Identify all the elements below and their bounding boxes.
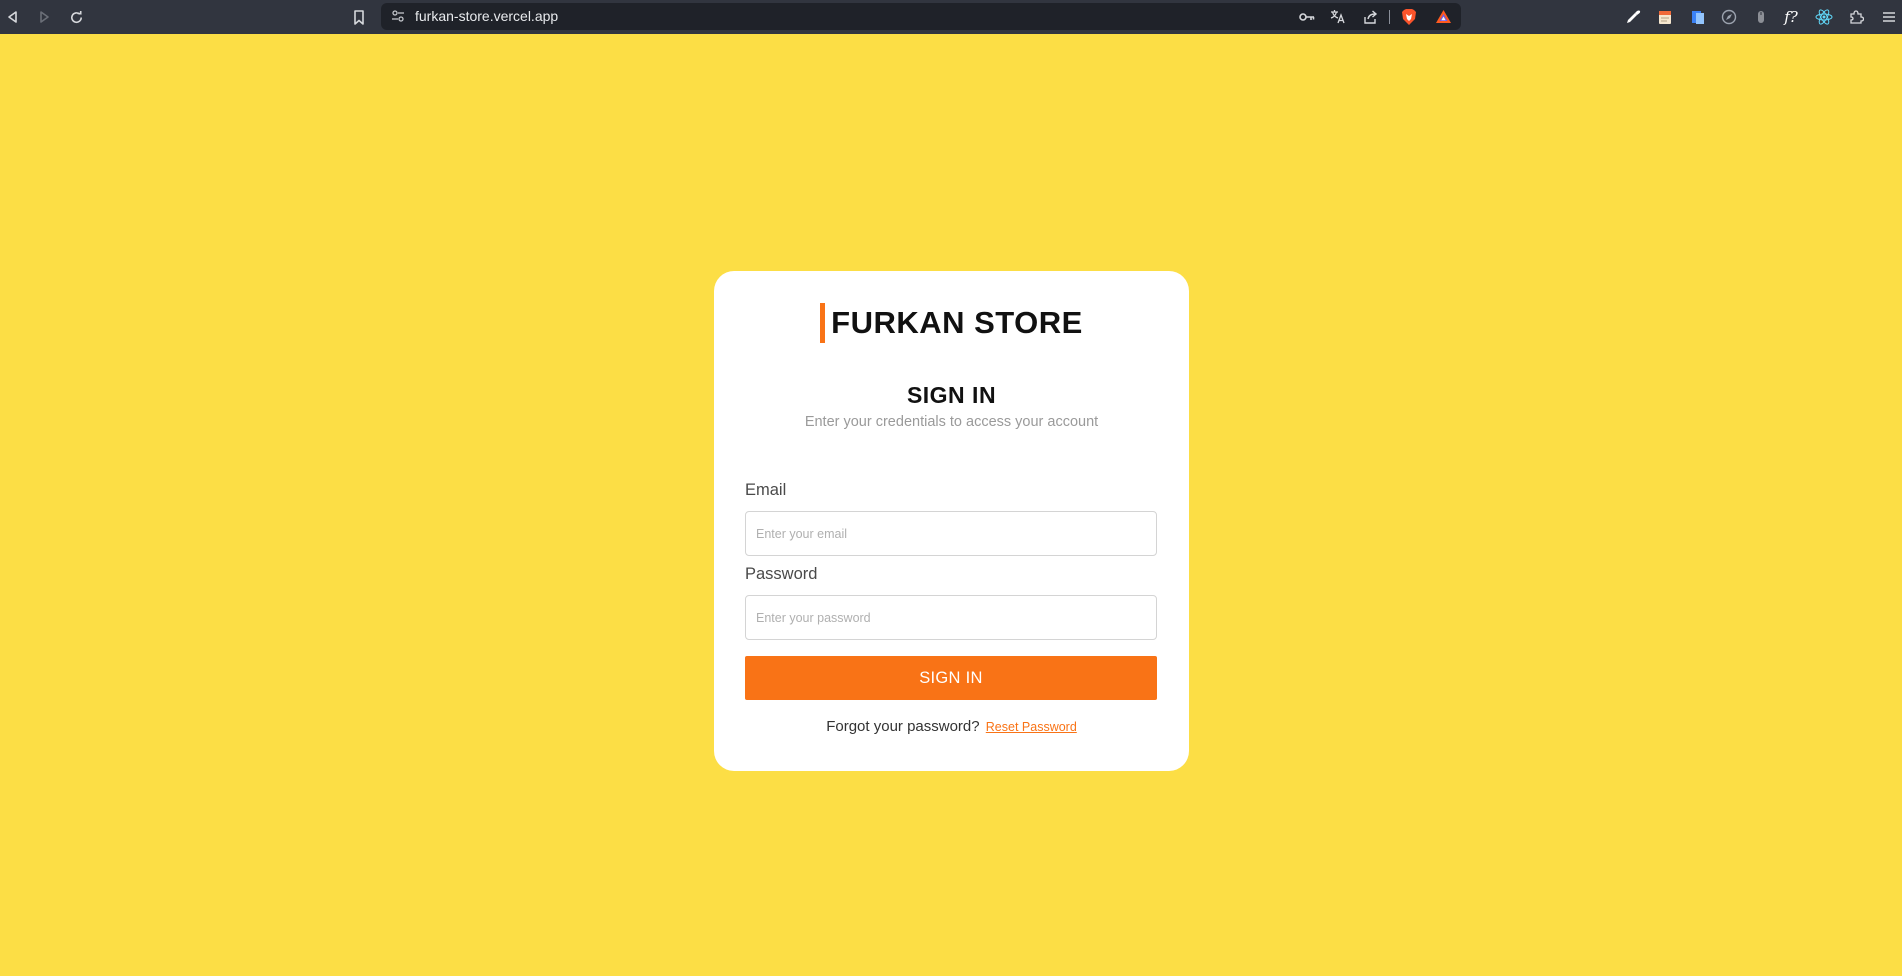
bookmark-button[interactable] bbox=[346, 0, 372, 34]
notes-icon[interactable] bbox=[1652, 4, 1678, 30]
email-label: Email bbox=[745, 481, 787, 499]
password-field[interactable] bbox=[745, 595, 1157, 640]
forward-icon bbox=[37, 10, 51, 24]
compass-icon[interactable] bbox=[1716, 4, 1742, 30]
forgot-password-row: Forgot your password? Reset Password bbox=[714, 718, 1189, 735]
email-field[interactable] bbox=[745, 511, 1157, 556]
share-icon[interactable] bbox=[1358, 3, 1382, 30]
signin-button[interactable]: SIGN IN bbox=[745, 656, 1157, 700]
menu-icon[interactable] bbox=[1876, 4, 1902, 30]
bookmark-icon bbox=[353, 9, 365, 25]
document-icon[interactable] bbox=[1685, 4, 1711, 30]
url-input[interactable] bbox=[415, 3, 1015, 30]
reload-icon bbox=[69, 10, 84, 25]
reset-password-link[interactable]: Reset Password bbox=[986, 720, 1077, 734]
translate-icon[interactable] bbox=[1326, 3, 1350, 30]
address-bar[interactable] bbox=[381, 3, 1461, 30]
page-subtitle: Enter your credentials to access your ac… bbox=[804, 414, 1099, 430]
font-extension-label: f? bbox=[1784, 8, 1798, 26]
brave-shields-icon[interactable] bbox=[1397, 3, 1421, 30]
back-button[interactable] bbox=[0, 0, 26, 34]
password-label: Password bbox=[745, 565, 818, 583]
brand-logo: FURKAN STORE bbox=[714, 303, 1189, 343]
site-settings-icon[interactable] bbox=[391, 9, 405, 28]
back-icon bbox=[6, 10, 20, 24]
brand-accent-bar bbox=[820, 303, 826, 343]
browser-toolbar: f? bbox=[0, 0, 1902, 34]
reload-button[interactable] bbox=[63, 0, 89, 34]
puzzle-icon[interactable] bbox=[1843, 4, 1869, 30]
eyedropper-icon[interactable] bbox=[1620, 4, 1646, 30]
url-divider bbox=[1389, 10, 1390, 24]
forward-button[interactable] bbox=[31, 0, 57, 34]
page-title: SIGN IN bbox=[906, 382, 997, 408]
brave-rewards-icon[interactable] bbox=[1431, 3, 1455, 30]
font-icon[interactable]: f? bbox=[1778, 4, 1804, 30]
brand-name: FURKAN STORE bbox=[831, 305, 1083, 340]
signin-card: FURKAN STORE SIGN IN Enter your credenti… bbox=[714, 271, 1189, 771]
react-icon[interactable] bbox=[1811, 4, 1837, 30]
key-icon[interactable] bbox=[1295, 3, 1319, 30]
mouse-icon[interactable] bbox=[1748, 4, 1774, 30]
forgot-password-text: Forgot your password? bbox=[826, 718, 980, 735]
